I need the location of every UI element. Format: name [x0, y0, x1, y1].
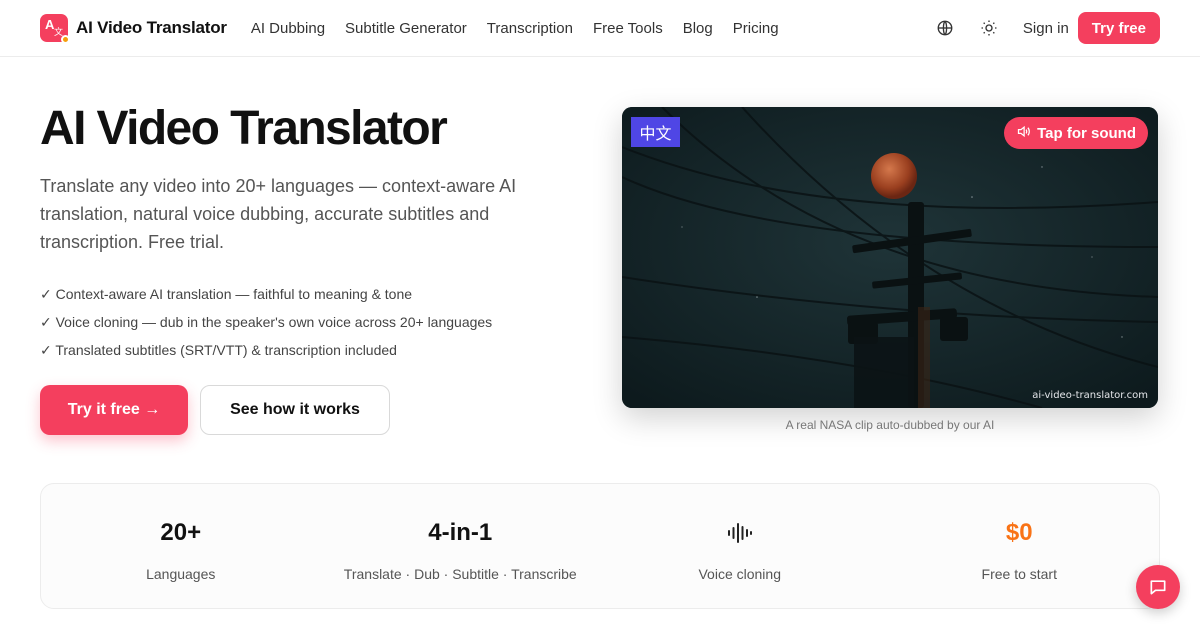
nav-link-free-tools[interactable]: Free Tools — [593, 20, 663, 37]
sign-in-link[interactable]: Sign in — [1023, 20, 1069, 37]
chat-icon[interactable] — [1136, 565, 1180, 609]
video-frame — [622, 107, 1158, 408]
stat-languages: 20+ Languages — [41, 484, 321, 608]
nav-link-blog[interactable]: Blog — [683, 20, 713, 37]
stats-panel: 20+ Languages 4-in-1 Translate · Dub · S… — [40, 483, 1160, 609]
stat-label: Languages — [146, 566, 216, 582]
feature-item: ✓ Context-aware AI translation — faithfu… — [40, 286, 413, 302]
globe-icon[interactable] — [927, 10, 963, 46]
see-how-it-works-button[interactable]: See how it works — [200, 385, 390, 435]
try-it-free-button[interactable]: Try it free → — [40, 385, 188, 435]
stat-label: Voice cloning — [698, 566, 781, 582]
hero-description: Translate any video into 20+ languages —… — [40, 176, 517, 252]
logo-icon: A文 — [40, 14, 70, 44]
hero-title: AI Video Translator — [40, 102, 448, 155]
tap-for-sound-button[interactable]: Tap for sound — [1004, 117, 1148, 149]
nav-link-subtitle-generator[interactable]: Subtitle Generator — [345, 20, 467, 37]
video-watermark: ai-video-translator.com — [1032, 390, 1148, 401]
stat-value: 20+ — [160, 519, 202, 546]
try-free-button[interactable]: Try free — [1077, 12, 1160, 44]
audio-wave-icon — [726, 518, 754, 548]
feature-item: ✓ Translated subtitles (SRT/VTT) & trans… — [40, 342, 397, 358]
stat-value: $0 — [1005, 519, 1033, 546]
nav-actions: Sign in Try free — [927, 10, 1160, 46]
nav-links: AI Dubbing Subtitle Generator Transcript… — [251, 20, 779, 37]
feature-item: ✓ Voice cloning — dub in the speaker's o… — [40, 314, 493, 330]
stat-four-in-one: 4-in-1 Translate · Dub · Subtitle · Tran… — [321, 484, 601, 608]
stat-label: Translate · Dub · Subtitle · Transcribe — [343, 566, 577, 582]
language-badge[interactable]: 中文 — [631, 117, 680, 147]
stat-free-to-start: $0 Free to start — [880, 484, 1160, 608]
speaker-icon — [1016, 124, 1031, 143]
nav-link-transcription[interactable]: Transcription — [487, 20, 573, 37]
video-caption: A real NASA clip auto-dubbed by our AI — [785, 418, 995, 432]
brand-name: AI Video Translator — [76, 18, 227, 37]
stat-voice-cloning: Voice cloning — [600, 484, 880, 608]
sound-button-label: Tap for sound — [1037, 124, 1136, 142]
nav-link-pricing[interactable]: Pricing — [733, 20, 779, 37]
stat-value: 4-in-1 — [428, 519, 493, 546]
nav-link-ai-dubbing[interactable]: AI Dubbing — [251, 20, 325, 37]
demo-video[interactable]: 中文 Tap for sound ai-video-translator.com — [622, 107, 1158, 408]
logo[interactable]: A文 AI Video Translator — [40, 14, 227, 44]
stat-label: Free to start — [981, 566, 1057, 582]
top-nav: A文 AI Video Translator AI Dubbing Subtit… — [0, 0, 1200, 57]
feature-list: ✓ Context-aware AI translation — faithfu… — [40, 280, 492, 364]
sun-icon[interactable] — [971, 10, 1007, 46]
